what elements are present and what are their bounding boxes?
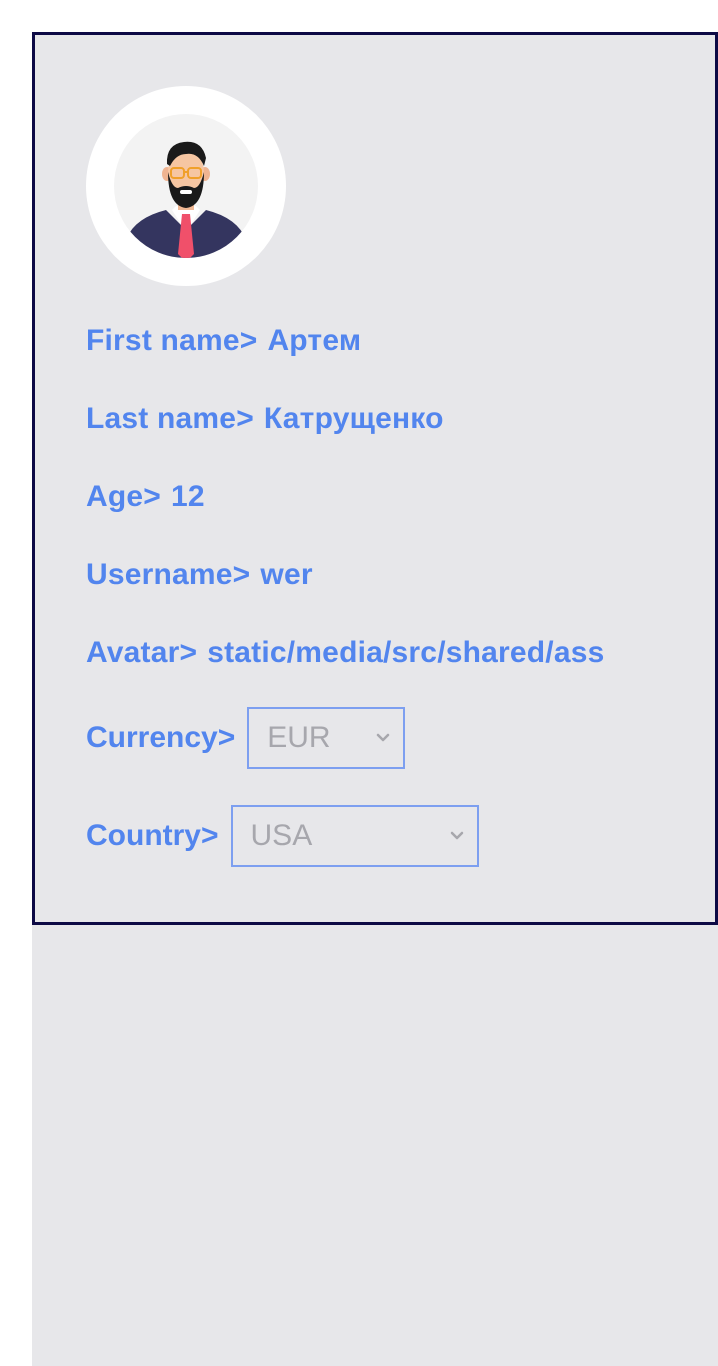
age-value: 12 <box>171 480 205 513</box>
first-name-value: Артем <box>267 324 362 357</box>
chevron-down-icon <box>377 733 390 742</box>
avatar-row: Avatar> static/media/src/shared/ass <box>86 636 664 670</box>
country-row: Country> USA <box>86 805 479 867</box>
username-row: Username> wer <box>86 558 313 592</box>
age-row: Age> 12 <box>86 480 205 514</box>
man-avatar-icon <box>126 141 246 258</box>
first-name-label: First name> <box>86 324 258 357</box>
avatar <box>86 86 286 286</box>
profile-card: First name> Артем Last name> Катрущенко Ag… <box>32 32 718 925</box>
currency-selected-value: EUR <box>267 721 331 754</box>
country-selected-value: USA <box>250 819 313 852</box>
username-value: wer <box>260 558 313 591</box>
avatar-label: Avatar> <box>86 636 198 669</box>
last-name-row: Last name> Катрущенко <box>86 402 444 436</box>
currency-row: Currency> EUR <box>86 707 406 769</box>
chevron-down-icon <box>450 831 463 840</box>
username-label: Username> <box>86 558 251 591</box>
currency-select[interactable]: EUR <box>247 707 406 769</box>
age-label: Age> <box>86 480 161 513</box>
avatar-image <box>114 114 258 258</box>
last-name-label: Last name> <box>86 402 254 435</box>
first-name-row: First name> Артем <box>86 324 361 358</box>
country-label: Country> <box>86 819 219 852</box>
currency-label: Currency> <box>86 721 236 754</box>
last-name-value: Катрущенко <box>263 402 444 435</box>
avatar-path-value: static/media/src/shared/ass <box>207 636 605 669</box>
country-select[interactable]: USA <box>230 805 479 867</box>
